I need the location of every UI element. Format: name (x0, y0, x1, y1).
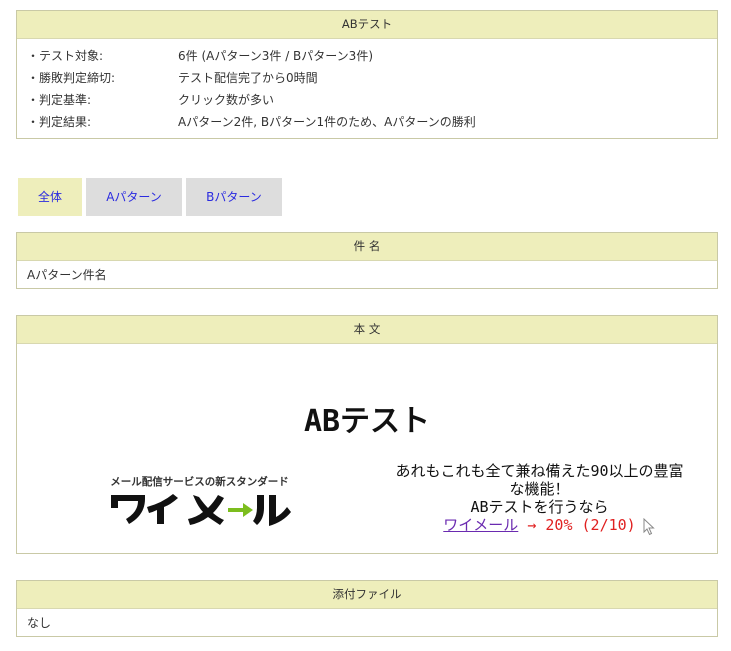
attachment-header: 添付ファイル (17, 581, 717, 609)
summary-row-result: ・判定結果: Aパターン2件, Bパターン1件のため、Aパターンの勝利 (27, 111, 717, 133)
summary-row-deadline: ・勝敗判定締切: テスト配信完了から0時間 (27, 67, 717, 89)
promo-line: な機能！ (509, 480, 570, 498)
logo-wordmark-icon (111, 494, 291, 526)
tab-pattern-a[interactable]: Aパターン (86, 178, 182, 216)
summary-value: クリック数が多い (178, 93, 275, 107)
summary-list: ・テスト対象: 6件 (Aパターン3件 / Bパターン3件) ・勝敗判定締切: … (17, 39, 717, 133)
mail-title: ABテスト (303, 404, 431, 439)
promo-line: あれもこれも全て兼ね備えた90以上の豊富 (395, 462, 684, 480)
summary-value: テスト配信完了から0時間 (178, 71, 318, 85)
subject-panel: 件 名 Aパターン件名 (16, 232, 718, 289)
ymail-link[interactable]: ワイメール (443, 516, 518, 534)
tab-all[interactable]: 全体 (18, 178, 82, 216)
summary-value: 6件 (Aパターン3件 / Bパターン3件) (178, 49, 373, 63)
logo-tagline: メール配信サービスの新スタンダード (110, 476, 289, 488)
pattern-tabs: 全体 Aパターン Bパターン (18, 178, 286, 216)
tab-pattern-b[interactable]: Bパターン (186, 178, 282, 216)
body-panel: 本 文 ABテスト メール配信サービスの新スタンダード あれもこれも全て兼ね備え… (16, 315, 718, 554)
summary-row-target: ・テスト対象: 6件 (Aパターン3件 / Bパターン3件) (27, 45, 717, 67)
mouse-pointer-icon (643, 518, 655, 536)
summary-key: ・勝敗判定締切: (27, 71, 116, 85)
summary-key: ・判定結果: (27, 115, 92, 129)
attachment-panel: 添付ファイル なし (16, 580, 718, 637)
ymail-logo: メール配信サービスの新スタンダード (107, 474, 292, 527)
click-rate-stat: → 20% (2/10) (527, 516, 636, 534)
summary-key: ・テスト対象: (27, 49, 104, 63)
promo-line: ABテストを行うなら (470, 498, 609, 516)
summary-header: ABテスト (17, 11, 717, 39)
subject-value: Aパターン件名 (27, 268, 107, 282)
summary-value: Aパターン2件, Bパターン1件のため、Aパターンの勝利 (178, 115, 476, 129)
body-header: 本 文 (17, 316, 717, 344)
summary-key: ・判定基準: (27, 93, 92, 107)
summary-row-criteria: ・判定基準: クリック数が多い (27, 89, 717, 111)
ab-test-summary-panel: ABテスト ・テスト対象: 6件 (Aパターン3件 / Bパターン3件) ・勝敗… (16, 10, 718, 139)
attachment-value: なし (27, 616, 52, 630)
subject-header: 件 名 (17, 233, 717, 261)
